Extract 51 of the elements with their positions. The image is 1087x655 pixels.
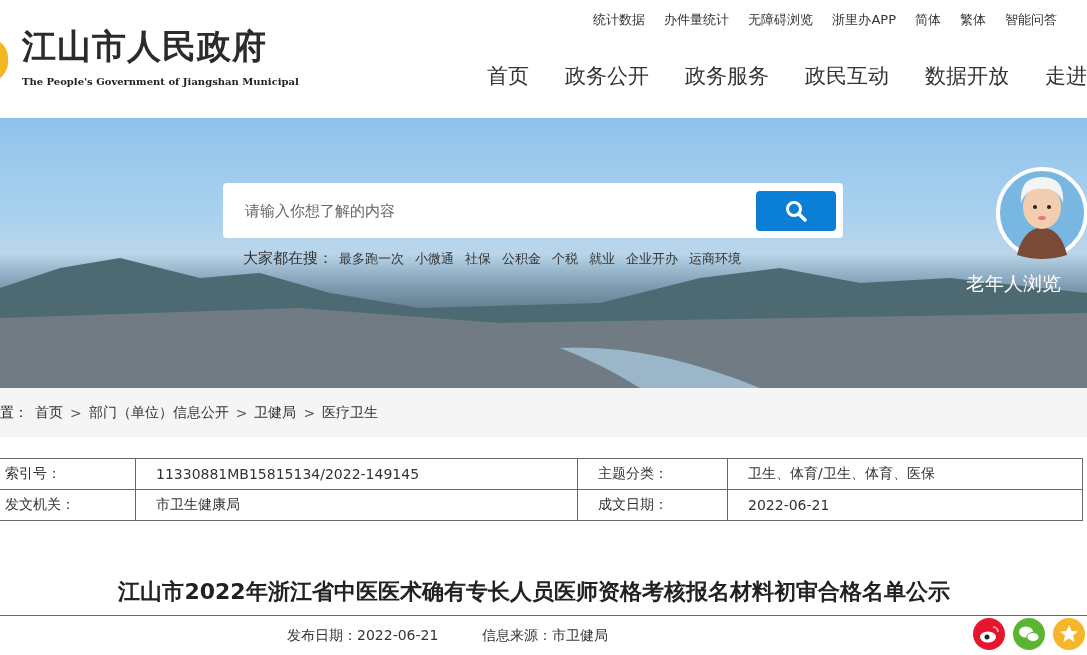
breadcrumb-link[interactable]: 首页 <box>35 403 63 422</box>
nav-link[interactable]: 走进 <box>1045 62 1087 90</box>
search-input[interactable]: 请输入你想了解的内容 <box>243 200 756 221</box>
hot-search-link[interactable]: 公积金 <box>502 249 541 268</box>
hot-search-label: 大家都在搜： <box>243 249 333 268</box>
hot-search-link[interactable]: 社保 <box>465 249 491 268</box>
hot-search-link[interactable]: 个税 <box>552 249 578 268</box>
elderly-mode-link[interactable]: 老年人浏览 <box>966 271 1061 297</box>
site-title: 江山市人民政府 <box>22 25 268 68</box>
breadcrumb-separator: > <box>70 404 82 421</box>
breadcrumb-separator: > <box>235 404 248 421</box>
top-link[interactable]: 浙里办APP <box>832 11 896 29</box>
article-title: 江山市2022年浙江省中医医术确有专长人员医师资格考核报名材料初审合格名单公示 <box>0 577 1087 616</box>
top-link[interactable]: 智能问答 <box>1005 11 1057 29</box>
field-value: 卫生、体育/卫生、体育、医保 <box>727 458 1083 490</box>
field-value: 11330881MB15815134/2022-149145 <box>135 458 578 490</box>
breadcrumb-link[interactable]: 卫健局 <box>254 403 297 422</box>
star-favorite-icon[interactable] <box>1053 617 1085 650</box>
field-label: 成文日期： <box>577 489 728 521</box>
article-meta: 发布日期：2022-06-21 <box>287 626 439 645</box>
top-link[interactable]: 无障碍浏览 <box>748 11 814 29</box>
breadcrumb-label: 置： <box>0 403 28 422</box>
nav-link[interactable]: 政务服务 <box>685 62 769 90</box>
field-value: 2022-06-21 <box>727 489 1083 521</box>
search-button[interactable] <box>756 190 836 231</box>
search-icon <box>785 199 807 222</box>
site-subtitle: The People's Government of Jiangshan Municipal <box>22 76 299 87</box>
hot-search-link[interactable]: 就业 <box>589 249 615 268</box>
nav-link[interactable]: 政民互动 <box>805 62 889 90</box>
top-link[interactable]: 办件量统计 <box>664 11 730 29</box>
hot-search-link[interactable]: 小微通 <box>415 249 454 268</box>
breadcrumb-separator: > <box>303 404 316 421</box>
field-label: 发文机关： <box>0 489 136 521</box>
field-value: 市卫生健康局 <box>135 489 578 521</box>
nav-link[interactable]: 首页 <box>487 62 529 90</box>
top-link[interactable]: 简体 <box>915 11 941 29</box>
wechat-share-icon[interactable] <box>1013 617 1045 650</box>
field-label: 主题分类： <box>577 458 728 490</box>
hot-search-link[interactable]: 企业开办 <box>626 249 678 268</box>
field-label: 索引号： <box>0 458 136 490</box>
weibo-share-icon[interactable] <box>973 617 1005 650</box>
search-field[interactable]: 请输入你想了解的内容 <box>223 183 843 238</box>
article-meta: 信息来源：市卫健局 <box>482 626 609 645</box>
breadcrumb-link[interactable]: 医疗卫生 <box>322 403 379 422</box>
top-link[interactable]: 繁体 <box>960 11 986 29</box>
top-link[interactable]: 统计数据 <box>593 11 646 29</box>
hot-search-link[interactable]: 最多跑一次 <box>339 249 404 268</box>
breadcrumb-link[interactable]: 部门（单位）信息公开 <box>88 403 229 422</box>
nav-link[interactable]: 数据开放 <box>925 62 1009 90</box>
hot-search-link[interactable]: 运商环境 <box>689 249 741 268</box>
nav-link[interactable]: 政务公开 <box>565 62 649 90</box>
